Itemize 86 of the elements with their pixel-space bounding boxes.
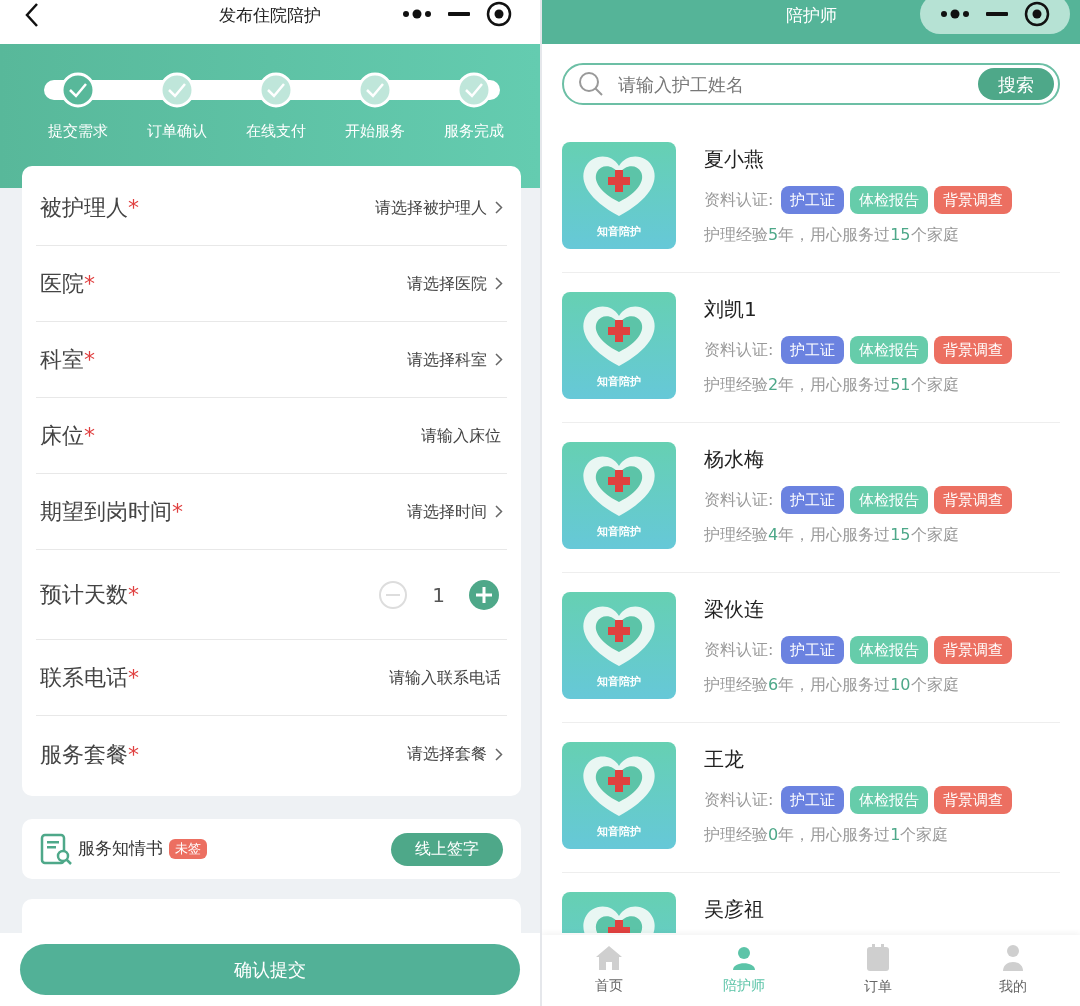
- tab-item[interactable]: 订单: [811, 935, 946, 1006]
- cert-tag: 体检报告: [850, 336, 929, 364]
- cert-label: 资料认证:: [704, 639, 774, 661]
- tab-item[interactable]: 首页: [542, 935, 677, 1006]
- cert-tag: 背景调查: [934, 636, 1013, 664]
- cert-tag: 体检报告: [850, 636, 929, 664]
- page-title: 发布住院陪护: [219, 4, 321, 28]
- nurse-name: 刘凯1: [704, 296, 757, 323]
- cert-tag: 背景调查: [934, 186, 1013, 214]
- experience-text: 护理经验6年，用心服务过10个家庭: [704, 674, 959, 696]
- cert-tag: 护工证: [781, 486, 845, 514]
- nurse-name: 杨水梅: [704, 446, 764, 473]
- field-label: 医院*: [39, 270, 96, 298]
- cert-tag: 护工证: [781, 786, 845, 814]
- cert-tag: 体检报告: [850, 486, 929, 514]
- logo-caption: 知音陪护: [597, 674, 641, 690]
- cert-label: 资料认证:: [704, 489, 774, 511]
- select-field[interactable]: 请选择时间: [407, 499, 507, 524]
- chevron-icon: [495, 747, 503, 761]
- cert-tag: 体检报告: [850, 786, 929, 814]
- nurse-name: 夏小燕: [704, 146, 764, 173]
- step-label: 在线支付: [246, 121, 306, 142]
- cert-tag: 背景调查: [934, 486, 1013, 514]
- step-label: 提交需求: [48, 121, 108, 142]
- consent-title: 服务知情书: [78, 837, 163, 861]
- search-icon: [578, 71, 604, 97]
- clipboard-icon: [866, 944, 891, 972]
- chevron-icon: [495, 505, 503, 518]
- nurse-list-item[interactable]: 知音陪护 梁伙连 资料认证: 护工证 体检报告 背景调查 护理经验6年，用心服务过10个家庭: [562, 573, 1060, 723]
- experience-text: 护理经验0年，用心服务过1个家庭: [704, 824, 949, 846]
- step-label: 开始服务: [345, 121, 405, 142]
- more-icon[interactable]: [402, 9, 432, 19]
- logo-caption: 知音陪护: [597, 224, 641, 240]
- field-label: 被护理人*: [39, 194, 140, 222]
- cert-tag: 体检报告: [850, 186, 929, 214]
- field-label: 科室*: [39, 346, 96, 374]
- cert-tag: 护工证: [781, 336, 845, 364]
- experience-text: 护理经验5年，用心服务过15个家庭: [704, 224, 959, 246]
- logo-caption: 知音陪护: [597, 524, 641, 540]
- step-label: 服务完成: [444, 121, 504, 142]
- nurse-name: 王龙: [704, 746, 744, 773]
- nurse-name: 梁伙连: [704, 596, 764, 623]
- field-label: 期望到岗时间*: [39, 498, 184, 526]
- experience-text: 护理经验2年，用心服务过51个家庭: [704, 374, 959, 396]
- quantity-value: 1: [432, 581, 445, 609]
- chevron-icon: [495, 353, 503, 366]
- chevron-icon: [495, 201, 503, 214]
- input-field[interactable]: 请输入联系电话: [267, 665, 507, 690]
- back-icon[interactable]: [24, 2, 40, 28]
- close-target-icon[interactable]: [1024, 1, 1050, 27]
- page-title: 陪护师: [785, 4, 837, 28]
- cert-tag: 背景调查: [934, 336, 1013, 364]
- select-field[interactable]: 请选择医院: [407, 271, 507, 296]
- select-field[interactable]: 请选择被护理人: [375, 195, 507, 220]
- cert-tag: 护工证: [781, 186, 845, 214]
- document-search-icon: [40, 833, 72, 865]
- cert-label: 资料认证:: [704, 789, 774, 811]
- user-icon: [1000, 944, 1025, 972]
- field-label: 床位*: [39, 422, 96, 450]
- status-badge: 未签: [169, 839, 207, 859]
- logo-caption: 知音陪护: [597, 374, 641, 390]
- experience-text: 护理经验4年，用心服务过15个家庭: [704, 524, 959, 546]
- select-field[interactable]: 请选择套餐: [407, 742, 507, 766]
- more-icon[interactable]: [940, 9, 970, 19]
- select-field[interactable]: 请选择科室: [407, 347, 507, 372]
- person-icon: [730, 945, 757, 971]
- plus-button[interactable]: [469, 579, 499, 610]
- chevron-icon: [495, 277, 503, 290]
- field-label: 联系电话*: [39, 664, 140, 692]
- nurse-list-item[interactable]: 知音陪护 刘凯1 资料认证: 护工证 体检报告 背景调查 护理经验2年，用心服务过51个家庭: [562, 273, 1060, 423]
- field-label: 预计天数*: [39, 581, 140, 609]
- cert-tag: 护工证: [781, 636, 845, 664]
- field-label: 服务套餐*: [39, 740, 140, 769]
- nurse-name: 吴彦祖: [704, 896, 764, 923]
- step-label: 订单确认: [147, 121, 207, 142]
- cert-tag: 背景调查: [934, 786, 1013, 814]
- tab-item[interactable]: 我的: [945, 935, 1080, 1006]
- nurse-list-item[interactable]: 知音陪护 杨水梅 资料认证: 护工证 体检报告 背景调查 护理经验4年，用心服务过15个家庭: [562, 423, 1060, 573]
- home-icon: [595, 945, 624, 971]
- cert-label: 资料认证:: [704, 189, 774, 211]
- close-target-icon[interactable]: [486, 1, 512, 27]
- input-field[interactable]: 请输入床位: [267, 423, 507, 448]
- nurse-list-item[interactable]: 知音陪护 夏小燕 资料认证: 护工证 体检报告 背景调查 护理经验5年，用心服务过15个家庭: [562, 123, 1060, 273]
- nurse-list-item[interactable]: 知音陪护 王龙 资料认证: 护工证 体检报告 背景调查 护理经验0年，用心服务过1个家庭: [562, 723, 1060, 873]
- logo-caption: 知音陪护: [597, 824, 641, 840]
- cert-label: 资料认证:: [704, 339, 774, 361]
